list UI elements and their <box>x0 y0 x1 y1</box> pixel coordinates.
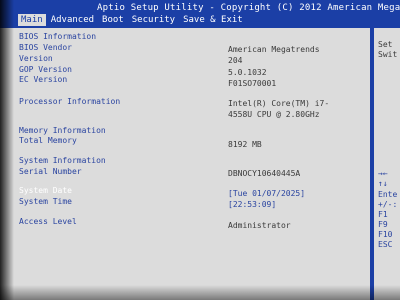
system-date-label[interactable]: System Date <box>19 186 72 195</box>
bios-screen: Aptio Setup Utility - Copyright (C) 2012… <box>0 0 400 300</box>
processor-information-label: Processor Information <box>19 97 121 106</box>
key-select-screen: →← <box>378 169 388 178</box>
version-value: 204 <box>228 56 243 65</box>
screen-shadow-left <box>0 0 14 300</box>
ec-version-value: F01SO70001 <box>228 79 277 88</box>
utility-title: Aptio Setup Utility - Copyright (C) 2012… <box>97 3 400 13</box>
key-enter: Ente <box>378 190 398 199</box>
processor-value-line1: Intel(R) Core(TM) i7- <box>228 99 330 108</box>
bios-vendor-label: BIOS Vendor <box>19 43 72 52</box>
tab-security[interactable]: Security <box>129 14 178 26</box>
serial-number-label: Serial Number <box>19 167 82 176</box>
memory-information-heading: Memory Information <box>19 126 106 135</box>
gop-version-value: 5.0.1032 <box>228 68 267 77</box>
system-time-value[interactable]: [22:53:09] <box>228 200 276 209</box>
system-information-heading: System Information <box>19 156 106 165</box>
processor-value-line2: 4558U CPU @ 2.80GHz <box>228 110 320 119</box>
serial-number-value: DBNOCY10640445A <box>228 169 301 178</box>
key-f1: F1 <box>378 210 388 219</box>
tab-save-exit[interactable]: Save & Exit <box>180 14 246 26</box>
header-bar: Aptio Setup Utility - Copyright (C) 2012… <box>0 0 400 28</box>
access-level-value: Administrator <box>228 221 291 230</box>
help-text-line2: Swit <box>378 50 398 59</box>
key-f9: F9 <box>378 220 388 229</box>
total-memory-label: Total Memory <box>19 136 77 145</box>
tab-advanced[interactable]: Advanced <box>48 14 97 26</box>
bios-vendor-value: American Megatrends <box>228 45 320 54</box>
access-level-label: Access Level <box>19 217 77 226</box>
gop-version-label: GOP Version <box>19 65 72 74</box>
tab-main[interactable]: Main <box>18 14 46 26</box>
ec-version-label: EC Version <box>19 75 68 84</box>
key-change-opt: +/-: <box>378 200 398 209</box>
key-f10: F10 <box>378 230 393 239</box>
tab-boot[interactable]: Boot <box>99 14 127 26</box>
menu-tabs: Main Advanced Boot Security Save & Exit <box>18 14 248 26</box>
main-panel: BIOS Information BIOS Vendor American Me… <box>0 28 400 300</box>
panel-divider <box>370 28 374 300</box>
total-memory-value: 8192 MB <box>228 140 262 149</box>
help-text-line1: Set <box>378 40 393 49</box>
system-date-value[interactable]: [Tue 01/07/2025] <box>228 189 305 198</box>
screen-shadow-bottom <box>0 285 400 300</box>
bios-information-heading: BIOS Information <box>19 32 97 41</box>
key-esc: ESC <box>378 240 393 249</box>
system-time-label[interactable]: System Time <box>19 197 72 206</box>
version-label: Version <box>19 54 53 63</box>
key-select-item: ↑↓ <box>378 179 388 188</box>
